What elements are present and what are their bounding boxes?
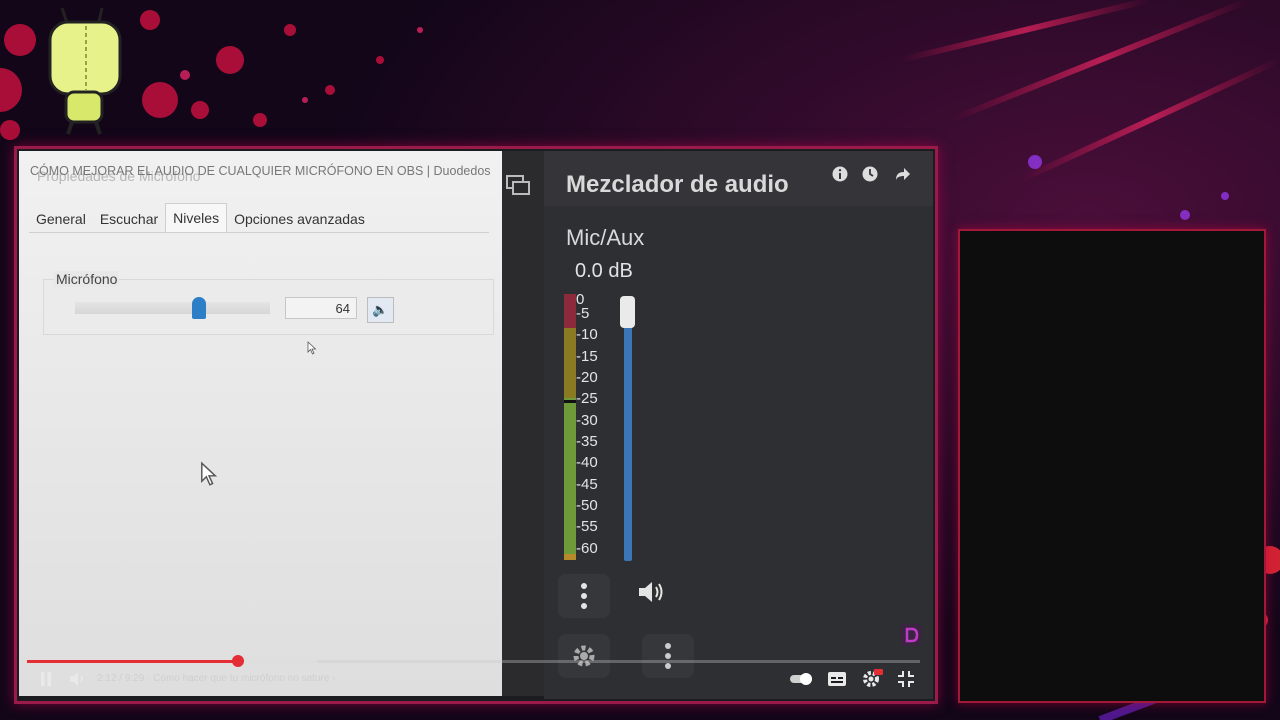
speaker-icon: 🔈 bbox=[372, 302, 389, 317]
tab-general[interactable]: General bbox=[29, 203, 93, 233]
volume-icon bbox=[639, 582, 663, 602]
audio-mixer-panel: Mezclador de audio Mic/Aux 0.0 dB 0 -5 -… bbox=[544, 151, 933, 699]
scale-label: -20 bbox=[576, 369, 598, 386]
progress-scrubber[interactable] bbox=[232, 655, 244, 667]
mixer-title: Mezclador de audio bbox=[566, 171, 789, 198]
mute-toggle-button[interactable]: 🔈 bbox=[367, 297, 394, 323]
window-dock-icon[interactable] bbox=[505, 172, 533, 200]
current-time: 2:12 bbox=[97, 673, 117, 684]
tab-escuchar[interactable]: Escuchar bbox=[93, 203, 165, 233]
scale-label: -40 bbox=[576, 454, 598, 471]
scale-label: -5 bbox=[576, 305, 590, 322]
mascot-logo bbox=[48, 7, 122, 135]
progress-played bbox=[27, 660, 236, 663]
more-vertical-icon bbox=[581, 583, 587, 609]
scale-label: -35 bbox=[576, 433, 598, 450]
scale-label: -10 bbox=[576, 326, 598, 343]
level-slider-track[interactable] bbox=[75, 302, 270, 314]
mixer-settings-button[interactable] bbox=[558, 634, 610, 678]
level-slider-thumb[interactable] bbox=[192, 297, 206, 319]
channel-logo-icon bbox=[900, 624, 922, 646]
scale-label: -25 bbox=[576, 390, 598, 407]
volume-fader-track[interactable] bbox=[624, 301, 632, 561]
microphone-group-label: Micrófono bbox=[54, 271, 120, 287]
tabs-divider bbox=[29, 232, 489, 233]
db-scale: 0 -5 -10 -15 -20 -25 -30 -35 -40 -45 -50… bbox=[576, 291, 616, 563]
exit-fullscreen-icon[interactable] bbox=[897, 670, 915, 688]
scale-label: -30 bbox=[576, 412, 598, 429]
volume-meter bbox=[564, 294, 576, 560]
settings-icon[interactable] bbox=[861, 667, 883, 689]
tab-niveles[interactable]: Niveles bbox=[165, 203, 228, 233]
mixer-menu-button[interactable] bbox=[642, 634, 694, 678]
channel-menu-button[interactable] bbox=[558, 574, 610, 618]
scale-label: -15 bbox=[576, 348, 598, 365]
cursor-icon bbox=[307, 341, 317, 355]
channel-name: Mic/Aux bbox=[566, 225, 645, 250]
volume-fader-handle[interactable] bbox=[620, 296, 635, 328]
info-icon[interactable] bbox=[831, 165, 849, 183]
scale-label: -60 bbox=[576, 540, 598, 557]
volume-icon[interactable] bbox=[69, 670, 87, 688]
dock-strip bbox=[502, 151, 544, 696]
share-icon[interactable] bbox=[894, 165, 912, 183]
scale-label: -50 bbox=[576, 497, 598, 514]
pause-icon[interactable] bbox=[39, 671, 53, 687]
time-display: 2:12 / 9:29 · Cómo hacer que tu micrófon… bbox=[97, 673, 336, 684]
scale-label: -55 bbox=[576, 518, 598, 535]
more-vertical-icon bbox=[665, 643, 671, 669]
duration: 9:29 bbox=[124, 673, 145, 684]
chapter-title[interactable]: · Cómo hacer que tu micrófono no sature bbox=[147, 673, 329, 684]
channel-db: 0.0 dB bbox=[575, 260, 633, 282]
cursor-icon bbox=[201, 461, 218, 486]
level-value-field[interactable]: 64 bbox=[285, 297, 357, 319]
video-title[interactable]: CÓMO MEJORAR EL AUDIO DE CUALQUIER MICRÓ… bbox=[30, 164, 491, 178]
channel-mute-button[interactable] bbox=[626, 570, 678, 614]
gear-icon bbox=[573, 645, 595, 667]
properties-dialog: Propiedades de Micrófono CÓMO MEJORAR EL… bbox=[19, 151, 502, 696]
tab-opciones-avanzadas[interactable]: Opciones avanzadas bbox=[227, 203, 372, 233]
clock-icon[interactable] bbox=[861, 165, 879, 183]
side-panel-frame bbox=[958, 229, 1266, 703]
video-player[interactable]: Propiedades de Micrófono CÓMO MEJORAR EL… bbox=[14, 146, 938, 704]
subtitles-icon[interactable] bbox=[827, 671, 847, 687]
scale-label: -45 bbox=[576, 476, 598, 493]
properties-tabs: General Escuchar Niveles Opciones avanza… bbox=[29, 203, 372, 233]
chevron-right-icon[interactable]: › bbox=[332, 673, 335, 684]
autoplay-toggle-icon[interactable] bbox=[789, 670, 815, 688]
